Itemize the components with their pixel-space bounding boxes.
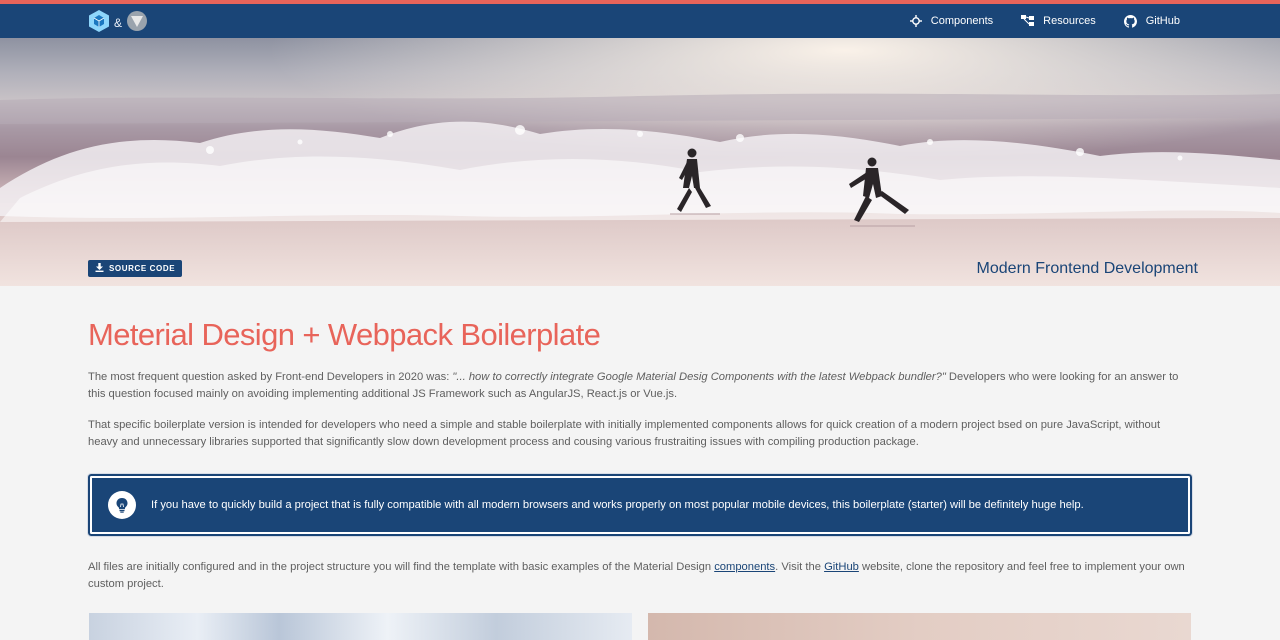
hero-caption: Modern Frontend Development [976,260,1198,277]
components-link[interactable]: components [714,561,775,573]
navbar: & Components Resources GitHub [0,4,1280,38]
sitemap-icon [1021,15,1035,27]
brand-logo[interactable]: & [88,9,148,36]
nav-components-label: Components [930,15,994,27]
description-paragraph: That specific boilerplate version is int… [88,419,1161,448]
callout-text: If you have to quickly build a project t… [151,499,1084,511]
source-code-button[interactable]: SOURCE CODE [88,260,183,277]
nav-resources[interactable]: Resources [1021,15,1096,27]
info-callout: If you have to quickly build a project t… [87,473,1193,537]
github-link[interactable]: GitHub [824,561,859,573]
nav-github[interactable]: GitHub [1123,14,1180,28]
nav-components[interactable]: Components [909,15,994,27]
github-icon [1123,14,1137,28]
source-code-label: SOURCE CODE [109,264,176,273]
intro-quote: "... how to correctly integrate Google M… [452,371,946,383]
hero-ocean-image [0,38,1280,286]
hero-banner: SOURCE CODE Modern Frontend Development [0,38,1280,286]
main-content: Meterial Design + Webpack Boilerplate Th… [0,317,1280,593]
webpack-icon [88,9,110,36]
nav-github-label: GitHub [1145,15,1180,27]
main-nav: Components Resources GitHub [909,4,1180,38]
intro-paragraph: The most frequent question asked by Fron… [88,369,1192,403]
material-icon [126,10,148,35]
closing-paragraph: All files are initially configured and i… [88,559,1192,593]
crosshair-icon [909,15,922,27]
nav-resources-label: Resources [1043,15,1096,27]
closing-text-a: All files are initially configured and i… [88,561,715,573]
card-image-right[interactable] [648,613,1191,640]
lightbulb-icon [108,491,136,519]
intro-text-start: The most frequent question asked by Fron… [88,371,453,383]
brand-ampersand: & [114,15,123,30]
page-title: Meterial Design + Webpack Boilerplate [88,317,601,352]
closing-text-b: . Visit the [775,561,825,573]
card-row [89,613,1191,640]
card-image-left[interactable] [89,613,632,640]
download-icon [95,263,104,274]
